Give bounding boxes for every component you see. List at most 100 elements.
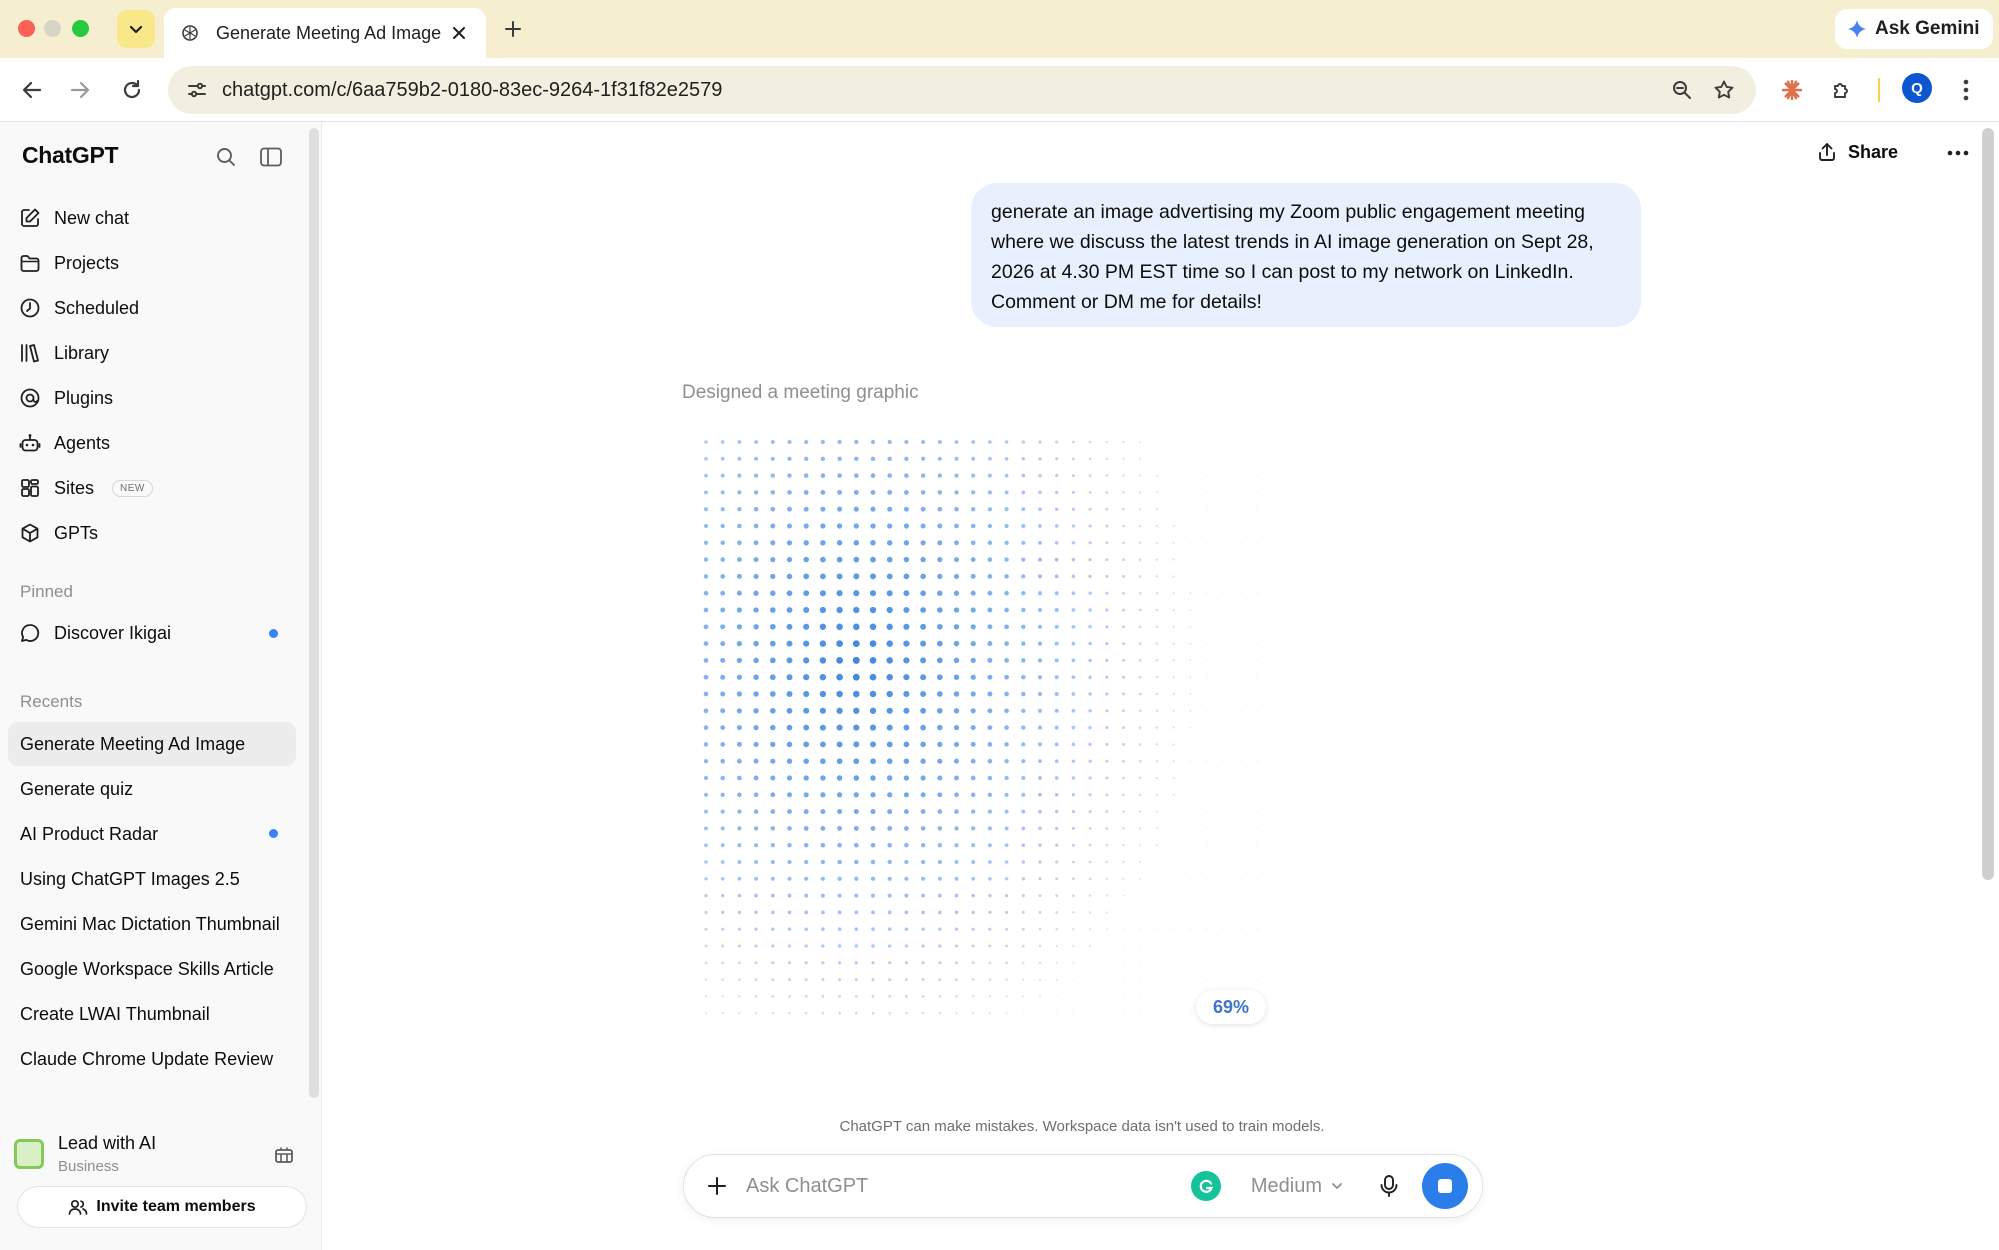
progress-dot [1206,457,1208,460]
recent-item[interactable]: Google Workspace Skills Article [8,947,296,991]
progress-dot [853,842,859,848]
recent-item[interactable]: AI Product Radar [8,812,296,856]
search-chats-button[interactable] [211,142,241,172]
grammarly-icon[interactable] [1190,1171,1221,1201]
invite-team-members-button[interactable]: Invite team members [17,1186,307,1228]
close-window-button[interactable] [18,20,35,37]
progress-dot [770,456,775,461]
prompt-input[interactable] [746,1174,1191,1198]
model-selector[interactable]: Medium [1251,1175,1344,1198]
workspace-gift-icon[interactable] [270,1140,298,1168]
progress-dot [937,456,942,461]
progress-dot [1088,557,1092,562]
recent-item[interactable]: Using ChatGPT Images 2.5 [8,857,296,901]
progress-dot [1122,978,1125,981]
more-options-button[interactable] [1942,138,1974,168]
progress-dot [1105,641,1109,646]
add-attachment-button[interactable] [702,1171,732,1201]
progress-dot [1155,726,1159,729]
progress-dot [786,556,793,563]
progress-dot [1054,540,1059,545]
share-button[interactable]: Share [1816,132,1898,172]
maximize-window-button[interactable] [72,20,89,37]
tab-title: Generate Meeting Ad Image [216,22,442,43]
progress-dot [1155,776,1159,780]
progress-dot [1155,827,1158,830]
browser-tab-active[interactable]: Generate Meeting Ad Image [164,8,486,58]
progress-dot [1004,440,1009,444]
recent-item[interactable]: Claude Chrome Update Review [8,1037,296,1081]
ask-gemini-button[interactable]: Ask Gemini [1835,9,1993,49]
extensions-puzzle-icon[interactable] [1826,74,1858,106]
pinned-item-discover-ikigai[interactable]: Discover Ikigai [18,613,298,653]
sidebar-scrollbar[interactable] [309,128,319,1098]
recent-item[interactable]: Generate quiz [8,767,296,811]
bookmark-star-icon[interactable] [1710,76,1738,104]
ellipsis-icon [1947,150,1969,156]
nav-plugins[interactable]: Plugins [18,378,298,418]
progress-dot [804,859,809,865]
new-tab-button[interactable] [498,14,528,44]
progress-dot [819,573,826,580]
progress-dot [1155,659,1159,662]
progress-dot [1172,760,1175,763]
stop-generating-button[interactable] [1422,1163,1468,1209]
progress-dot [787,859,792,865]
progress-dot [1155,861,1158,863]
profile-avatar[interactable]: Q [1902,73,1932,103]
progress-dot [1256,928,1258,931]
progress-dot [953,691,960,697]
progress-dot [770,490,776,495]
progress-dot [788,978,791,982]
progress-dot [1189,642,1192,645]
nav-sites[interactable]: Sites NEW [18,468,298,508]
chevron-down-icon [1332,1183,1342,1189]
tab-close-icon[interactable] [448,22,470,44]
folder-icon [18,251,42,275]
brand-title[interactable]: ChatGPT [22,142,119,169]
progress-dot [1088,692,1092,696]
reload-button[interactable] [116,74,148,106]
progress-dot [804,927,808,931]
microphone-button[interactable] [1374,1171,1404,1201]
progress-dot [954,456,959,461]
progress-dot [954,506,959,512]
nav-gpts[interactable]: GPTs [18,513,298,553]
nav-scheduled[interactable]: Scheduled [18,288,298,328]
tab-search-button[interactable] [117,10,155,48]
workspace-switcher[interactable]: Lead with AI Business [14,1126,304,1182]
main-scrollbar[interactable] [1982,128,1994,880]
progress-dot [1088,860,1092,864]
progress-dot [903,640,910,647]
nav-agents[interactable]: Agents [18,423,298,463]
progress-dot [1172,844,1175,847]
nav-new-chat[interactable]: New chat [18,198,298,238]
progress-dot [1222,491,1225,494]
progress-dot [754,995,758,998]
zoom-icon[interactable] [1668,76,1696,104]
nav-library[interactable]: Library [18,333,298,373]
site-settings-icon[interactable] [186,79,208,101]
back-button[interactable] [16,74,48,106]
progress-dot [853,792,859,798]
recent-item[interactable]: Create LWAI Thumbnail [8,992,296,1036]
forward-button[interactable] [64,74,96,106]
progress-dot [753,540,759,546]
progress-dot [1039,995,1041,998]
progress-dot [787,893,792,898]
progress-dot [1038,759,1042,764]
recent-item[interactable]: Generate Meeting Ad Image [8,722,296,766]
progress-dot [1189,592,1192,595]
progress-dot [1189,743,1192,746]
minimize-window-button[interactable] [44,20,61,37]
nav-projects[interactable]: Projects [18,243,298,283]
address-bar[interactable]: chatgpt.com/c/6aa759b2-0180-83ec-9264-1f… [168,66,1756,114]
progress-dot [903,690,910,698]
browser-menu-icon[interactable] [1950,74,1982,106]
progress-dot [1256,760,1258,763]
recent-item[interactable]: Gemini Mac Dictation Thumbnail [8,902,296,946]
toggle-sidebar-button[interactable] [256,142,286,172]
progress-dot [853,741,860,748]
progress-dot [803,540,809,546]
claude-extension-icon[interactable] [1776,74,1808,106]
